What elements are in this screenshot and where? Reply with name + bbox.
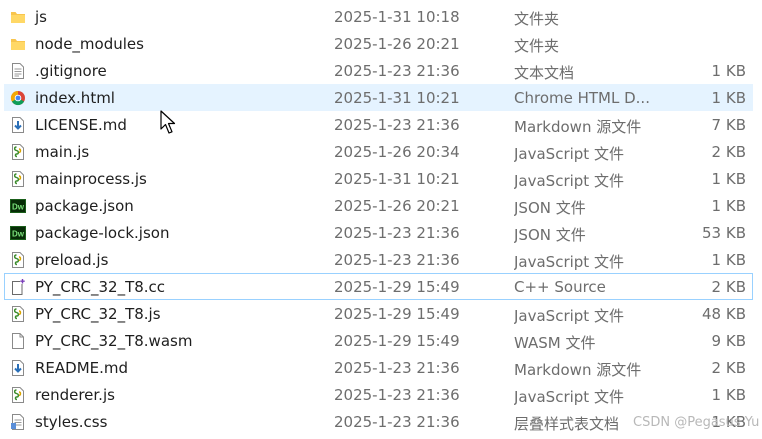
- file-date-modified: 2025-1-23 21:36: [334, 62, 460, 80]
- file-type: JavaScript 文件: [514, 253, 624, 271]
- javascript-file-icon: [9, 305, 27, 323]
- file-date-modified: 2025-1-23 21:36: [334, 413, 460, 431]
- file-name: mainprocess.js: [35, 170, 147, 188]
- file-row[interactable]: node_modules 2025-1-26 20:21 文件夹: [4, 30, 753, 57]
- cpp-file-icon: [9, 278, 27, 296]
- dreamweaver-icon: Dw: [9, 224, 27, 242]
- file-row[interactable]: Dw package.json 2025-1-26 20:21 JSON 文件 …: [4, 192, 753, 219]
- file-size: 9 KB: [711, 332, 746, 350]
- file-name: LICENSE.md: [35, 116, 127, 134]
- file-name: package.json: [35, 197, 134, 215]
- file-name: node_modules: [35, 35, 144, 53]
- file-row[interactable]: preload.js 2025-1-23 21:36 JavaScript 文件…: [4, 246, 753, 273]
- file-name: renderer.js: [35, 386, 115, 404]
- file-date-modified: 2025-1-26 20:21: [334, 35, 460, 53]
- file-date-modified: 2025-1-23 21:36: [334, 116, 460, 134]
- file-size: 1 KB: [711, 251, 746, 269]
- file-name: styles.css: [35, 413, 108, 431]
- file-row[interactable]: PY_CRC_32_T8.js 2025-1-29 15:49 JavaScri…: [4, 300, 753, 327]
- css-file-icon: [9, 413, 27, 431]
- dreamweaver-icon: Dw: [9, 197, 27, 215]
- file-type: Chrome HTML D...: [514, 89, 650, 107]
- file-type: 文件夹: [514, 10, 560, 28]
- file-name: package-lock.json: [35, 224, 170, 242]
- javascript-file-icon: [9, 143, 27, 161]
- file-row[interactable]: .gitignore 2025-1-23 21:36 文本文档 1 KB: [4, 57, 753, 84]
- file-row[interactable]: LICENSE.md 2025-1-23 21:36 Markdown 源文件 …: [4, 111, 753, 138]
- file-type: WASM 文件: [514, 334, 596, 352]
- javascript-file-icon: [9, 251, 27, 269]
- file-name: .gitignore: [35, 62, 107, 80]
- file-type: JSON 文件: [514, 199, 586, 217]
- mouse-cursor-icon: [160, 110, 176, 134]
- file-date-modified: 2025-1-23 21:36: [334, 359, 460, 377]
- file-size: 1 KB: [711, 197, 746, 215]
- blank-file-icon: [9, 332, 27, 350]
- file-name: README.md: [35, 359, 129, 377]
- file-size: 1 KB: [711, 62, 746, 80]
- file-size: 1 KB: [711, 89, 746, 107]
- file-type: JavaScript 文件: [514, 172, 624, 190]
- file-row[interactable]: PY_CRC_32_T8.cc 2025-1-29 15:49 C++ Sour…: [4, 273, 753, 300]
- file-name: PY_CRC_32_T8.wasm: [35, 332, 193, 350]
- file-name: index.html: [35, 89, 115, 107]
- file-row[interactable]: main.js 2025-1-26 20:34 JavaScript 文件 2 …: [4, 138, 753, 165]
- file-size: 2 KB: [711, 143, 746, 161]
- folder-icon: [9, 35, 27, 53]
- javascript-file-icon: [9, 170, 27, 188]
- file-size: 48 KB: [702, 305, 746, 323]
- file-date-modified: 2025-1-23 21:36: [334, 224, 460, 242]
- file-list: js 2025-1-31 10:18 文件夹 node_modules 2025…: [0, 3, 762, 435]
- file-row[interactable]: renderer.js 2025-1-23 21:36 JavaScript 文…: [4, 381, 753, 408]
- file-type: JavaScript 文件: [514, 145, 624, 163]
- file-date-modified: 2025-1-23 21:36: [334, 386, 460, 404]
- file-type: Markdown 源文件: [514, 118, 642, 136]
- file-name: PY_CRC_32_T8.cc: [35, 278, 166, 296]
- file-type: JSON 文件: [514, 226, 586, 244]
- file-row[interactable]: js 2025-1-31 10:18 文件夹: [4, 3, 753, 30]
- file-date-modified: 2025-1-29 15:49: [334, 305, 460, 323]
- watermark: CSDN @Pegasus Yu: [633, 415, 760, 430]
- file-row[interactable]: index.html 2025-1-31 10:21 Chrome HTML D…: [4, 84, 753, 111]
- file-type: Markdown 源文件: [514, 361, 642, 379]
- file-size: 1 KB: [711, 170, 746, 188]
- chrome-icon: [9, 89, 27, 107]
- file-name: PY_CRC_32_T8.js: [35, 305, 161, 323]
- file-size: 2 KB: [711, 278, 746, 296]
- file-type: JavaScript 文件: [514, 388, 624, 406]
- file-type: JavaScript 文件: [514, 307, 624, 325]
- file-type: 文件夹: [514, 37, 560, 55]
- file-date-modified: 2025-1-29 15:49: [334, 332, 460, 350]
- file-date-modified: 2025-1-23 21:36: [334, 251, 460, 269]
- file-size: 1 KB: [711, 386, 746, 404]
- file-row[interactable]: PY_CRC_32_T8.wasm 2025-1-29 15:49 WASM 文…: [4, 327, 753, 354]
- svg-text:Dw: Dw: [12, 203, 25, 212]
- markdown-icon: [9, 359, 27, 377]
- file-type: 文本文档: [514, 64, 575, 82]
- file-size: 53 KB: [702, 224, 746, 242]
- file-row[interactable]: README.md 2025-1-23 21:36 Markdown 源文件 2…: [4, 354, 753, 381]
- file-date-modified: 2025-1-31 10:21: [334, 89, 460, 107]
- file-date-modified: 2025-1-29 15:49: [334, 278, 460, 296]
- file-row[interactable]: mainprocess.js 2025-1-31 10:21 JavaScrip…: [4, 165, 753, 192]
- markdown-icon: [9, 116, 27, 134]
- file-name: main.js: [35, 143, 90, 161]
- javascript-file-icon: [9, 386, 27, 404]
- file-row[interactable]: Dw package-lock.json 2025-1-23 21:36 JSO…: [4, 219, 753, 246]
- file-date-modified: 2025-1-26 20:21: [334, 197, 460, 215]
- file-date-modified: 2025-1-31 10:21: [334, 170, 460, 188]
- file-size: 7 KB: [711, 116, 746, 134]
- file-type: C++ Source: [514, 278, 606, 296]
- svg-text:Dw: Dw: [12, 230, 25, 239]
- file-date-modified: 2025-1-31 10:18: [334, 8, 460, 26]
- text-file-icon: [9, 62, 27, 80]
- file-name: preload.js: [35, 251, 109, 269]
- folder-icon: [9, 8, 27, 26]
- file-name: js: [35, 8, 47, 26]
- file-date-modified: 2025-1-26 20:34: [334, 143, 460, 161]
- file-size: 2 KB: [711, 359, 746, 377]
